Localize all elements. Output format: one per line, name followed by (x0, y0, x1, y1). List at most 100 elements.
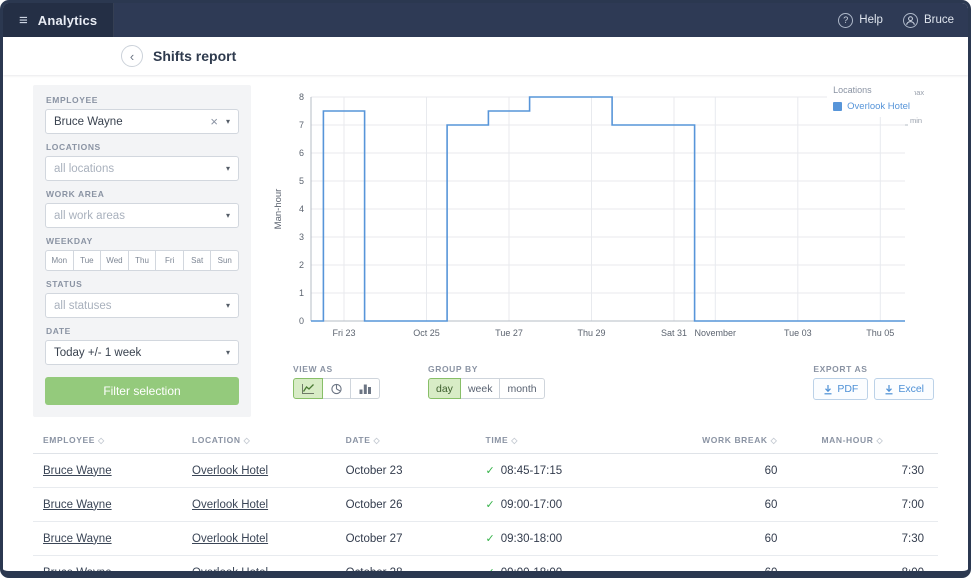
time-cell: 09:30-18:00 (500, 533, 563, 545)
date-cell: October 27 (335, 521, 476, 556)
date-select[interactable]: Today +/- 1 week ▾ (45, 340, 239, 365)
topbar: ≡ Analytics ? Help Bruce (3, 3, 968, 37)
time-cell: 08:45-17:15 (500, 465, 563, 477)
sort-icon: ◇ (770, 436, 778, 445)
export-group: EXPORT AS PDF Excel (813, 364, 938, 400)
help-label: Help (859, 14, 883, 26)
menu-icon[interactable]: ≡ (19, 12, 28, 29)
sort-icon: ◇ (876, 436, 884, 445)
check-icon: ✓ (485, 465, 495, 477)
group-by-group: GROUP BY day week month (428, 364, 545, 399)
export-pdf-label: PDF (837, 383, 859, 395)
time-cell: 09:00-17:00 (500, 499, 563, 511)
chart-controls: VIEW AS GROUP BY day week month EXPORT A… (269, 364, 938, 400)
weekday-sat-button[interactable]: Sat (183, 250, 212, 271)
legend-item[interactable]: Overlook Hotel (833, 101, 910, 112)
chevron-down-icon: ▾ (225, 211, 230, 220)
weekday-mon-button[interactable]: Mon (45, 250, 74, 271)
chevron-down-icon: ▾ (225, 117, 230, 126)
header-work-break[interactable]: WORK BREAK ◇ (692, 427, 812, 454)
employee-link[interactable]: Bruce Wayne (43, 533, 112, 545)
work-area-select[interactable]: all work areas ▾ (45, 203, 239, 228)
header-employee[interactable]: EMPLOYEE ◇ (33, 427, 183, 454)
user-menu[interactable]: Bruce (902, 12, 954, 28)
user-icon (902, 12, 918, 28)
employee-link[interactable]: Bruce Wayne (43, 465, 112, 477)
location-link[interactable]: Overlook Hotel (192, 533, 268, 545)
employee-link[interactable]: Bruce Wayne (43, 567, 112, 572)
sort-icon: ◇ (373, 436, 381, 445)
weekday-thu-button[interactable]: Thu (128, 250, 157, 271)
view-line-chart-button[interactable] (293, 378, 323, 399)
weekday-toggle-group: Mon Tue Wed Thu Fri Sat Sun (45, 250, 240, 271)
weekday-fri-button[interactable]: Fri (156, 250, 184, 271)
main-content: EMPLOYEE Bruce Wayne × ▾ LOCATIONS all l… (3, 75, 968, 417)
svg-text:6: 6 (299, 148, 304, 158)
locations-placeholder: all locations (54, 162, 115, 175)
header-time-label: TIME (485, 435, 509, 445)
date-label: DATE (46, 326, 71, 336)
location-link[interactable]: Overlook Hotel (192, 465, 268, 477)
check-icon: ✓ (485, 499, 495, 511)
header-date[interactable]: DATE ◇ (335, 427, 476, 454)
app-title: Analytics (37, 12, 98, 28)
chevron-down-icon: ▾ (225, 301, 230, 310)
svg-text:0: 0 (299, 316, 304, 326)
employee-link[interactable]: Bruce Wayne (43, 499, 112, 511)
legend-title: Locations (833, 85, 872, 95)
svg-text:min: min (910, 116, 922, 125)
header-employee-label: EMPLOYEE (43, 435, 96, 445)
legend-swatch (833, 102, 843, 111)
export-excel-label: Excel (898, 383, 924, 395)
svg-text:Fri 23: Fri 23 (332, 328, 355, 338)
help-button[interactable]: ? Help (838, 12, 883, 28)
help-icon: ? (838, 12, 854, 28)
date-cell: October 23 (335, 453, 476, 488)
export-excel-button[interactable]: Excel (874, 378, 934, 400)
view-pie-chart-button[interactable] (322, 378, 351, 399)
svg-text:Thu 05: Thu 05 (866, 328, 894, 338)
svg-text:1: 1 (299, 288, 304, 298)
weekday-sun-button[interactable]: Sun (211, 250, 240, 271)
weekday-tue-button[interactable]: Tue (73, 250, 102, 271)
time-cell: 09:00-18:00 (500, 567, 563, 578)
header-man-hour[interactable]: MAN-HOUR ◇ (811, 427, 938, 454)
clear-icon[interactable]: × (210, 114, 218, 129)
location-link[interactable]: Overlook Hotel (192, 567, 268, 572)
man-hour-cell: 7:00 (811, 487, 938, 522)
sort-icon: ◇ (98, 436, 105, 445)
group-by-toggle: day week month (428, 378, 545, 399)
date-cell: October 26 (335, 487, 476, 522)
filter-selection-button[interactable]: Filter selection (45, 377, 239, 405)
shifts-step-chart: 0 1 2 3 4 5 6 7 8 Fri 23 Oct 25 Tue 27 Thu 29 Sat 31 N… (269, 85, 938, 362)
employee-select[interactable]: Bruce Wayne × ▾ (45, 109, 239, 134)
group-by-month-button[interactable]: month (499, 378, 545, 399)
locations-label: LOCATIONS (46, 142, 101, 152)
work-break-cell: 60 (692, 453, 812, 488)
group-by-week-button[interactable]: week (459, 378, 501, 399)
locations-select[interactable]: all locations ▾ (45, 156, 239, 181)
export-pdf-button[interactable]: PDF (813, 378, 869, 400)
group-by-label: GROUP BY (428, 364, 478, 374)
employee-value: Bruce Wayne (54, 115, 123, 128)
page-header: ‹ Shifts report (3, 37, 968, 75)
header-location[interactable]: LOCATION ◇ (182, 427, 336, 454)
status-select[interactable]: all statuses ▾ (45, 293, 239, 318)
download-icon (824, 384, 832, 394)
header-time[interactable]: TIME ◇ (475, 427, 693, 454)
shifts-table: EMPLOYEE ◇ LOCATION ◇ DATE ◇ TIME ◇ WORK BRE… (33, 427, 938, 578)
back-button[interactable]: ‹ (121, 45, 143, 67)
view-bar-chart-button[interactable] (350, 378, 380, 399)
header-work-break-label: WORK BREAK (702, 435, 768, 445)
svg-text:4: 4 (299, 204, 304, 214)
table-row: Bruce Wayne Overlook Hotel October 26 ✓ 0… (33, 487, 938, 522)
header-man-hour-label: MAN-HOUR (821, 435, 874, 445)
svg-text:7: 7 (299, 120, 304, 130)
download-icon (885, 384, 893, 394)
chart-legend: Locations Overlook Hotel (827, 82, 914, 117)
svg-text:3: 3 (299, 232, 304, 242)
location-link[interactable]: Overlook Hotel (192, 499, 268, 511)
weekday-wed-button[interactable]: Wed (101, 250, 129, 271)
man-hour-cell: 7:30 (811, 521, 938, 556)
group-by-day-button[interactable]: day (428, 378, 461, 399)
